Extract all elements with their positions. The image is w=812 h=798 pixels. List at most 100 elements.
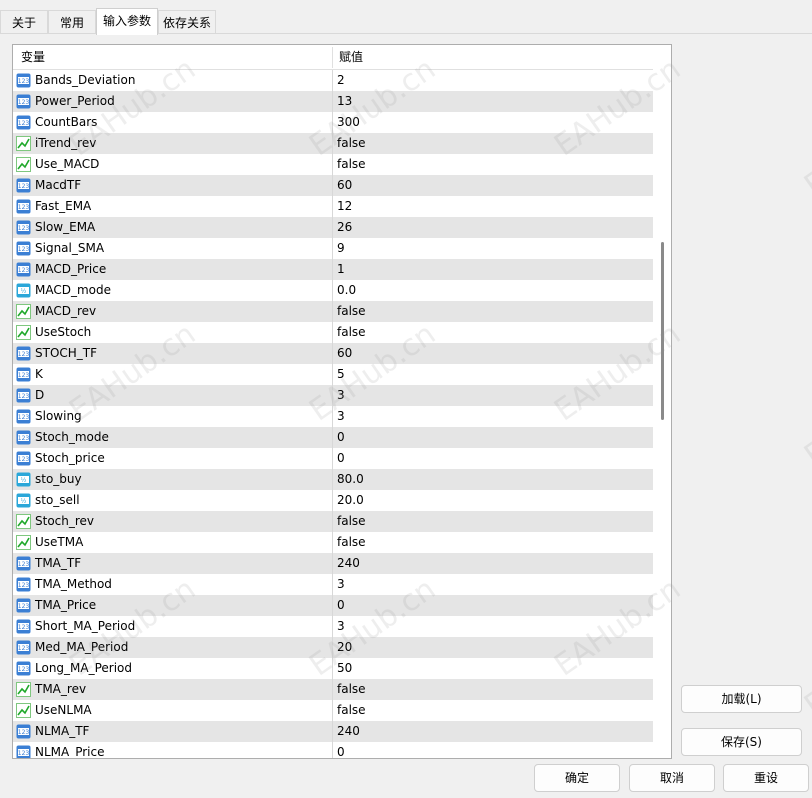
- tab-about[interactable]: 关于: [0, 10, 48, 34]
- table-row[interactable]: 123 STOCH_TF 60: [13, 343, 653, 364]
- table-row[interactable]: UseStoch false: [13, 322, 653, 343]
- param-name: Slow_EMA: [35, 220, 96, 234]
- table-row[interactable]: 123 Signal_SMA 9: [13, 238, 653, 259]
- param-name: Stoch_price: [35, 451, 105, 465]
- param-value[interactable]: false: [337, 700, 366, 721]
- cancel-button[interactable]: 取消: [629, 764, 715, 792]
- param-value[interactable]: 3: [337, 574, 345, 595]
- param-value[interactable]: 20.0: [337, 490, 364, 511]
- param-value[interactable]: 240: [337, 721, 360, 742]
- param-value[interactable]: 20: [337, 637, 352, 658]
- column-header-value[interactable]: 赋值: [339, 45, 363, 70]
- tab-dependencies[interactable]: 依存关系: [158, 10, 216, 34]
- table-row[interactable]: UseTMA false: [13, 532, 653, 553]
- cell-divider: [332, 553, 333, 574]
- table-row[interactable]: 123 Long_MA_Period 50: [13, 658, 653, 679]
- table-row[interactable]: 123 Short_MA_Period 3: [13, 616, 653, 637]
- table-row[interactable]: 123 Power_Period 13: [13, 91, 653, 112]
- svg-text:123: 123: [18, 582, 30, 589]
- int-icon: 123: [16, 577, 31, 592]
- table-row[interactable]: 123 MACD_Price 1: [13, 259, 653, 280]
- parameters-grid[interactable]: 变量 赋值 123 Bands_Deviation 2 123 Power_Period…: [12, 44, 672, 759]
- table-row[interactable]: 123 Stoch_price 0: [13, 448, 653, 469]
- table-row[interactable]: Stoch_rev false: [13, 511, 653, 532]
- svg-text:123: 123: [18, 372, 30, 379]
- table-row[interactable]: 123 Stoch_mode 0: [13, 427, 653, 448]
- table-row[interactable]: ½ MACD_mode 0.0: [13, 280, 653, 301]
- param-value[interactable]: 0: [337, 742, 345, 758]
- cell-divider: [332, 448, 333, 469]
- param-value[interactable]: 3: [337, 406, 345, 427]
- param-value[interactable]: false: [337, 532, 366, 553]
- int-icon: 123: [16, 115, 31, 130]
- param-value[interactable]: 240: [337, 553, 360, 574]
- param-name: MACD_Price: [35, 262, 107, 276]
- param-value[interactable]: false: [337, 154, 366, 175]
- param-value[interactable]: 80.0: [337, 469, 364, 490]
- table-row[interactable]: 123 NLMA_TF 240: [13, 721, 653, 742]
- table-row[interactable]: 123 D 3: [13, 385, 653, 406]
- param-value[interactable]: 60: [337, 175, 352, 196]
- param-value[interactable]: false: [337, 133, 366, 154]
- table-row[interactable]: iTrend_rev false: [13, 133, 653, 154]
- column-header-variable[interactable]: 变量: [21, 45, 45, 70]
- param-name: MacdTF: [35, 178, 82, 192]
- double-icon: ½: [16, 493, 31, 508]
- table-row[interactable]: 123 Med_MA_Period 20: [13, 637, 653, 658]
- param-name: K: [35, 367, 43, 381]
- cell-divider: [332, 301, 333, 322]
- param-value[interactable]: 60: [337, 343, 352, 364]
- param-value[interactable]: 5: [337, 364, 345, 385]
- param-value[interactable]: 0: [337, 427, 345, 448]
- table-row[interactable]: 123 Fast_EMA 12: [13, 196, 653, 217]
- table-row[interactable]: UseNLMA false: [13, 700, 653, 721]
- table-row[interactable]: 123 NLMA_Price 0: [13, 742, 653, 758]
- table-row[interactable]: 123 Slow_EMA 26: [13, 217, 653, 238]
- param-value[interactable]: 3: [337, 616, 345, 637]
- table-row[interactable]: 123 Bands_Deviation 2: [13, 70, 653, 91]
- int-icon: 123: [16, 724, 31, 739]
- ok-button[interactable]: 确定: [534, 764, 620, 792]
- table-row[interactable]: ½ sto_buy 80.0: [13, 469, 653, 490]
- cell-divider: [332, 490, 333, 511]
- param-value[interactable]: 9: [337, 238, 345, 259]
- svg-text:123: 123: [18, 183, 30, 190]
- table-row[interactable]: MACD_rev false: [13, 301, 653, 322]
- cell-divider: [332, 259, 333, 280]
- param-value[interactable]: 0.0: [337, 280, 356, 301]
- vertical-scrollbar[interactable]: [654, 45, 671, 758]
- table-row[interactable]: ½ sto_sell 20.0: [13, 490, 653, 511]
- table-row[interactable]: 123 K 5: [13, 364, 653, 385]
- param-value[interactable]: 13: [337, 91, 352, 112]
- param-value[interactable]: 0: [337, 448, 345, 469]
- reset-button[interactable]: 重设: [723, 764, 809, 792]
- table-row[interactable]: 123 Slowing 3: [13, 406, 653, 427]
- param-value[interactable]: 300: [337, 112, 360, 133]
- param-value[interactable]: 3: [337, 385, 345, 406]
- scrollbar-thumb[interactable]: [661, 242, 664, 420]
- table-row[interactable]: 123 CountBars 300: [13, 112, 653, 133]
- param-value[interactable]: 12: [337, 196, 352, 217]
- tab-common[interactable]: 常用: [48, 10, 96, 34]
- param-value[interactable]: 1: [337, 259, 345, 280]
- param-value[interactable]: 26: [337, 217, 352, 238]
- save-button[interactable]: 保存(S): [681, 728, 802, 756]
- param-value[interactable]: 50: [337, 658, 352, 679]
- cell-divider: [332, 133, 333, 154]
- load-button[interactable]: 加载(L): [681, 685, 802, 713]
- table-row[interactable]: 123 MacdTF 60: [13, 175, 653, 196]
- param-value[interactable]: false: [337, 511, 366, 532]
- tab-inputs[interactable]: 输入参数: [96, 8, 158, 35]
- param-value[interactable]: false: [337, 301, 366, 322]
- column-divider[interactable]: [332, 47, 333, 68]
- table-row[interactable]: 123 TMA_TF 240: [13, 553, 653, 574]
- table-row[interactable]: Use_MACD false: [13, 154, 653, 175]
- param-value[interactable]: 0: [337, 595, 345, 616]
- svg-text:123: 123: [18, 246, 30, 253]
- param-value[interactable]: false: [337, 322, 366, 343]
- param-value[interactable]: 2: [337, 70, 345, 91]
- table-row[interactable]: 123 TMA_Price 0: [13, 595, 653, 616]
- table-row[interactable]: TMA_rev false: [13, 679, 653, 700]
- param-value[interactable]: false: [337, 679, 366, 700]
- table-row[interactable]: 123 TMA_Method 3: [13, 574, 653, 595]
